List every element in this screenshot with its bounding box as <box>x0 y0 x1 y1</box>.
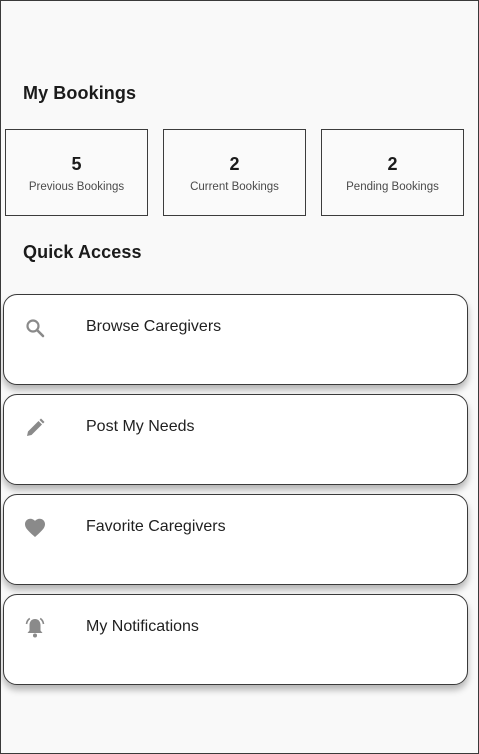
stat-value: 2 <box>387 154 398 174</box>
my-notifications-label: My Notifications <box>86 618 199 635</box>
post-my-needs-label: Post My Needs <box>86 418 195 435</box>
bell-icon <box>23 616 47 640</box>
stat-label: Pending Bookings <box>346 181 439 193</box>
favorite-caregivers-card[interactable]: Favorite Caregivers <box>3 494 468 585</box>
quick-access-list: Browse Caregivers Post My Needs Favorite… <box>3 294 469 694</box>
stat-label: Current Bookings <box>190 181 279 193</box>
stat-label: Previous Bookings <box>28 181 125 193</box>
bookings-stats: 5 Previous Bookings 2 Current Bookings 2… <box>5 129 465 216</box>
stat-card-current[interactable]: 2 Current Bookings <box>163 129 306 216</box>
search-icon <box>23 316 47 340</box>
my-bookings-heading: My Bookings <box>23 83 137 103</box>
browse-caregivers-card[interactable]: Browse Caregivers <box>3 294 468 385</box>
stat-card-previous[interactable]: 5 Previous Bookings <box>5 129 148 216</box>
home-screen: My Bookings 5 Previous Bookings 2 Curren… <box>0 0 479 754</box>
my-notifications-card[interactable]: My Notifications <box>3 594 468 685</box>
browse-caregivers-label: Browse Caregivers <box>86 318 222 335</box>
favorite-caregivers-label: Favorite Caregivers <box>86 518 226 535</box>
stat-value: 2 <box>229 154 240 174</box>
stat-value: 5 <box>71 154 82 174</box>
post-my-needs-card[interactable]: Post My Needs <box>3 394 468 485</box>
pencil-icon <box>23 416 47 440</box>
stat-card-pending[interactable]: 2 Pending Bookings <box>321 129 464 216</box>
quick-access-heading: Quick Access <box>23 242 142 262</box>
heart-icon <box>23 516 47 540</box>
